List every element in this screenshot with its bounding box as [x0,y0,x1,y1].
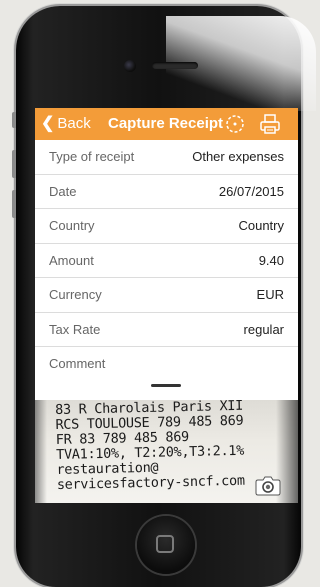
mute-switch [12,112,16,128]
back-label: Back [57,115,91,132]
field-label: Currency [49,287,102,302]
back-button[interactable]: ❮ Back [41,108,91,140]
receipt-form: Type of receipt Other expenses Date 26/0… [35,140,298,382]
navigation-bar: ❮ Back Capture Receipt [35,108,298,140]
receipt-text: 83 R Charolais Paris XII RCS TOULOUSE 789… [55,400,245,493]
field-label: Country [49,218,95,233]
receipt-line: servicesfactory-sncf.com [56,472,245,493]
home-square-icon [156,535,174,553]
target-icon[interactable] [224,113,246,135]
amount-row[interactable]: Amount 9.40 [35,244,298,278]
chevron-left-icon: ❮ [41,115,55,132]
front-camera [124,60,136,72]
field-label: Type of receipt [49,149,135,164]
country-row[interactable]: Country Country [35,209,298,244]
earpiece-speaker [152,62,198,69]
field-value: Other expenses [192,149,284,164]
app-screen: ❮ Back Capture Receipt Type of receipt Ot… [35,108,298,503]
camera-icon[interactable] [255,474,281,496]
field-value: 26/07/2015 [218,183,284,199]
field-value: Country [238,218,284,233]
field-value: 9.40 [258,252,284,268]
field-label: Tax Rate [49,321,101,337]
field-label: Amount [49,252,94,268]
drawer-handle-area[interactable] [35,375,298,400]
field-value: EUR [256,287,284,302]
drag-handle[interactable] [151,384,181,387]
type-of-receipt-row[interactable]: Type of receipt Other expenses [35,140,298,175]
field-label: Date [49,183,77,199]
volume-down-button [12,190,16,218]
photo-shadow-left [35,400,47,503]
field-value: regular [243,321,284,337]
tax-rate-row[interactable]: Tax Rate regular [35,313,298,347]
volume-up-button [12,150,16,178]
date-row[interactable]: Date 26/07/2015 [35,175,298,209]
home-button[interactable] [137,516,195,574]
receipt-photo-preview: 83 R Charolais Paris XII RCS TOULOUSE 789… [35,400,298,503]
currency-row[interactable]: Currency EUR [35,278,298,313]
print-icon[interactable] [259,113,281,135]
page-title: Capture Receipt [108,115,224,132]
